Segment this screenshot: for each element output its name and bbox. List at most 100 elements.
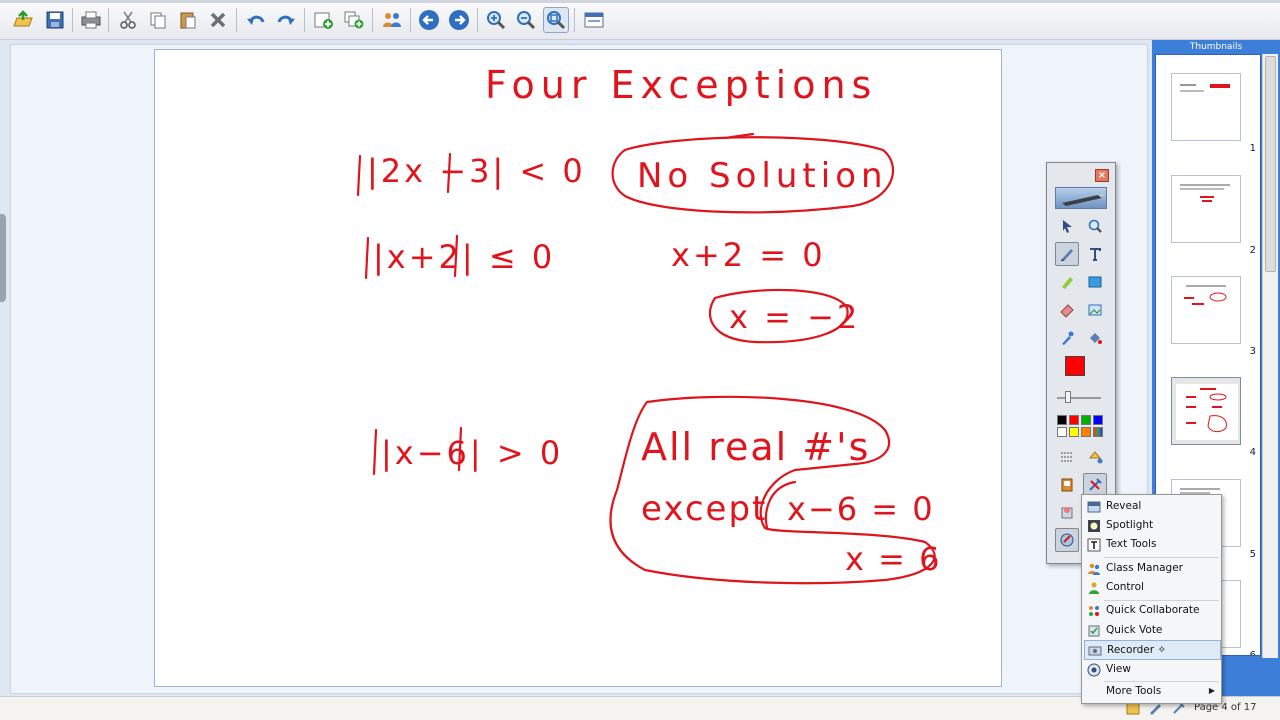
window-icon[interactable] <box>581 7 607 33</box>
duplicate-page-icon[interactable] <box>341 7 367 33</box>
ink-ineq-3: |x−6| > 0 <box>381 434 563 472</box>
pen-tool-icon[interactable] <box>1055 242 1079 266</box>
thumbnail-page[interactable] <box>1171 175 1241 243</box>
copy-icon[interactable] <box>145 7 171 33</box>
color-swatch-green[interactable] <box>1081 415 1091 425</box>
thumbnail-preview <box>1180 184 1230 202</box>
toolbar-separator <box>410 8 411 32</box>
ink-abs-bar <box>372 428 378 476</box>
undo-icon[interactable] <box>243 7 269 33</box>
add-page-icon[interactable] <box>311 7 337 33</box>
menu-separator <box>1104 557 1219 558</box>
toolbar-separator <box>574 8 575 32</box>
thumbnail-number: 3 <box>1249 346 1256 357</box>
magnifier-icon[interactable] <box>1083 214 1107 238</box>
palette-close-button[interactable]: × <box>1095 169 1109 182</box>
color-swatch-orange[interactable] <box>1081 427 1091 437</box>
scrollbar-thumb[interactable] <box>1265 56 1276 272</box>
toolbar-separator <box>72 8 73 32</box>
menu-item-text-tools[interactable]: Text Tools <box>1084 535 1221 555</box>
menu-edge <box>0 0 1280 3</box>
menu-item-recorder[interactable]: Recorder ✧ <box>1084 640 1221 660</box>
thumbnail-number: 1 <box>1249 143 1256 154</box>
flipchart-page[interactable]: Four Exceptions |2x −3| < 0 No Solution … <box>154 49 1002 687</box>
color-swatch-yellow[interactable] <box>1069 427 1079 437</box>
ink-answer-x-6: x = 6 <box>845 540 941 578</box>
thumbnail-page-selected[interactable] <box>1171 377 1241 445</box>
menu-item-quick-vote[interactable]: Quick Vote <box>1084 621 1221 641</box>
menu-item-quick-collaborate[interactable]: Quick Collaborate <box>1084 601 1221 621</box>
thumbnail-number: 2 <box>1249 245 1256 256</box>
toolbar-separator <box>372 8 373 32</box>
color-swatch-white[interactable] <box>1057 427 1067 437</box>
toolbar-separator <box>304 8 305 32</box>
flipchart-icon[interactable] <box>1055 473 1079 497</box>
back-icon[interactable] <box>416 7 442 33</box>
side-panel-handle[interactable] <box>0 214 6 302</box>
eraser-icon[interactable] <box>1055 298 1079 322</box>
open-icon[interactable] <box>10 7 36 33</box>
ink-answer-except: except <box>641 489 767 529</box>
forward-icon[interactable] <box>446 7 472 33</box>
submenu-arrow-icon: ▶ <box>1208 686 1215 695</box>
desktop-annotate-icon[interactable] <box>1055 528 1079 552</box>
shape-tool-icon[interactable] <box>1083 270 1107 294</box>
text-tools-icon <box>1087 538 1101 552</box>
app-window: Four Exceptions |2x −3| < 0 No Solution … <box>0 0 1280 720</box>
spotlight-icon <box>1088 520 1100 532</box>
menu-item-more-tools[interactable]: More Tools ▶ <box>1084 682 1221 702</box>
menu-item-spotlight[interactable]: Spotlight <box>1084 516 1221 536</box>
ink-abs-bar <box>364 236 370 280</box>
color-swatch-more[interactable] <box>1093 427 1103 437</box>
color-swatch-black[interactable] <box>1057 415 1067 425</box>
class-manager-icon <box>1088 563 1100 575</box>
color-swatch-red[interactable] <box>1069 415 1079 425</box>
current-color-swatch[interactable] <box>1065 356 1085 376</box>
text-tool-icon[interactable] <box>1083 242 1107 266</box>
cut-icon[interactable] <box>115 7 141 33</box>
thumbnail-page[interactable] <box>1171 73 1241 141</box>
recorder-icon <box>1088 646 1102 656</box>
thumbnails-scrollbar[interactable] <box>1262 54 1278 658</box>
slide-title: Four Exceptions <box>485 63 877 107</box>
ink-eq-2: x+2 = 0 <box>671 236 826 274</box>
menu-item-view[interactable]: View <box>1084 660 1221 680</box>
color-swatch-blue[interactable] <box>1093 415 1103 425</box>
users-icon[interactable] <box>379 7 405 33</box>
toolbar-separator <box>236 8 237 32</box>
zoom-fit-icon[interactable] <box>543 7 569 33</box>
quick-collaborate-icon <box>1089 606 1099 616</box>
thumbnails-title: Thumbnails <box>1189 42 1243 52</box>
highlighter-icon[interactable] <box>1055 270 1079 294</box>
thumbnail-page[interactable] <box>1171 276 1241 344</box>
redo-icon[interactable] <box>273 7 299 33</box>
tools-context-menu: Reveal Spotlight Text Tools Class Manage… <box>1081 494 1222 704</box>
menu-item-reveal[interactable]: Reveal <box>1084 497 1221 517</box>
fill-style-icon[interactable] <box>1083 444 1107 468</box>
fill-tool-icon[interactable] <box>1083 326 1107 350</box>
dropper-icon[interactable] <box>1055 326 1079 350</box>
line-style-icon[interactable] <box>1055 444 1079 468</box>
menu-item-class-manager[interactable]: Class Manager <box>1084 559 1221 579</box>
image-tool-icon[interactable] <box>1083 298 1107 322</box>
view-icon <box>1087 663 1101 677</box>
ink-ineq-1: |2x −3| < 0 <box>367 152 586 190</box>
ink-answer-all-real: All real #'s <box>641 425 870 469</box>
paste-icon[interactable] <box>175 7 201 33</box>
save-icon[interactable] <box>42 7 68 33</box>
ink-answer-no-solution: No Solution <box>637 156 888 196</box>
zoom-in-icon[interactable] <box>483 7 509 33</box>
select-icon[interactable] <box>1055 214 1079 238</box>
zoom-out-icon[interactable] <box>513 7 539 33</box>
ink-eq-3: x−6 = 0 <box>787 490 935 528</box>
width-slider-track[interactable] <box>1057 397 1101 399</box>
thumbnail-preview <box>1180 84 1230 92</box>
main-toolbar <box>0 0 1280 40</box>
width-slider-handle[interactable] <box>1065 391 1071 403</box>
toolbar-separator <box>108 8 109 32</box>
clear-icon[interactable] <box>1055 500 1079 524</box>
delete-icon[interactable] <box>205 7 231 33</box>
print-icon[interactable] <box>78 7 104 33</box>
ink-abs-bar <box>356 154 362 197</box>
menu-item-control[interactable]: Control <box>1084 578 1221 598</box>
